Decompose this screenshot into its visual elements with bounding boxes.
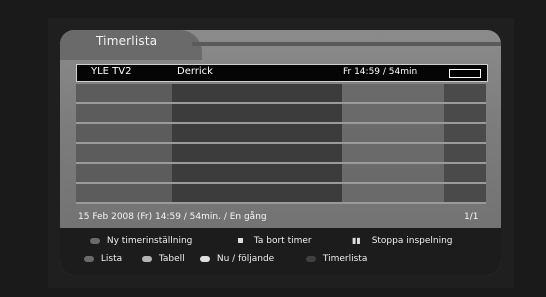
delete-timer-button[interactable]: Ta bort timer xyxy=(238,236,312,246)
page-indicator: 1/1 xyxy=(464,212,479,222)
timer-row[interactable] xyxy=(76,184,486,204)
red-key-icon xyxy=(90,237,100,244)
pause-icon: ▮▮ xyxy=(352,236,361,245)
timer-list: YLE TV2 Derrick Fr 14:59 / 54min xyxy=(76,64,488,207)
recording-indicator xyxy=(449,69,481,78)
yellow-key-icon xyxy=(200,255,210,262)
page-title: Timerlista xyxy=(96,34,158,48)
table-button[interactable]: Tabell xyxy=(142,254,185,264)
timer-channel: YLE TV2 xyxy=(91,66,132,77)
green-key-icon xyxy=(142,255,152,262)
new-timer-button[interactable]: Ny timerinställning xyxy=(90,236,192,246)
timer-row[interactable] xyxy=(76,144,486,164)
timer-row-selected[interactable]: YLE TV2 Derrick Fr 14:59 / 54min xyxy=(76,64,488,82)
stop-icon xyxy=(238,238,243,243)
red-key-icon xyxy=(84,255,94,262)
timer-time: Fr 14:59 / 54min xyxy=(343,67,418,77)
list-button[interactable]: Lista xyxy=(84,254,122,264)
blue-key-icon xyxy=(306,255,316,262)
key-legend: Ny timerinställning Ta bort timer ▮▮ Sto… xyxy=(60,228,501,275)
timer-row[interactable] xyxy=(76,84,486,104)
now-next-button[interactable]: Nu / följande xyxy=(200,254,274,264)
timer-row[interactable] xyxy=(76,104,486,124)
timer-row[interactable] xyxy=(76,124,486,144)
timer-program: Derrick xyxy=(177,66,213,77)
timer-list-button[interactable]: Timerlista xyxy=(306,254,367,264)
tab-edge xyxy=(192,42,501,46)
timer-details: 15 Feb 2008 (Fr) 14:59 / 54min. / En gån… xyxy=(78,212,267,222)
stop-recording-button[interactable]: ▮▮ Stoppa inspelning xyxy=(352,236,453,246)
timer-row[interactable] xyxy=(76,164,486,184)
